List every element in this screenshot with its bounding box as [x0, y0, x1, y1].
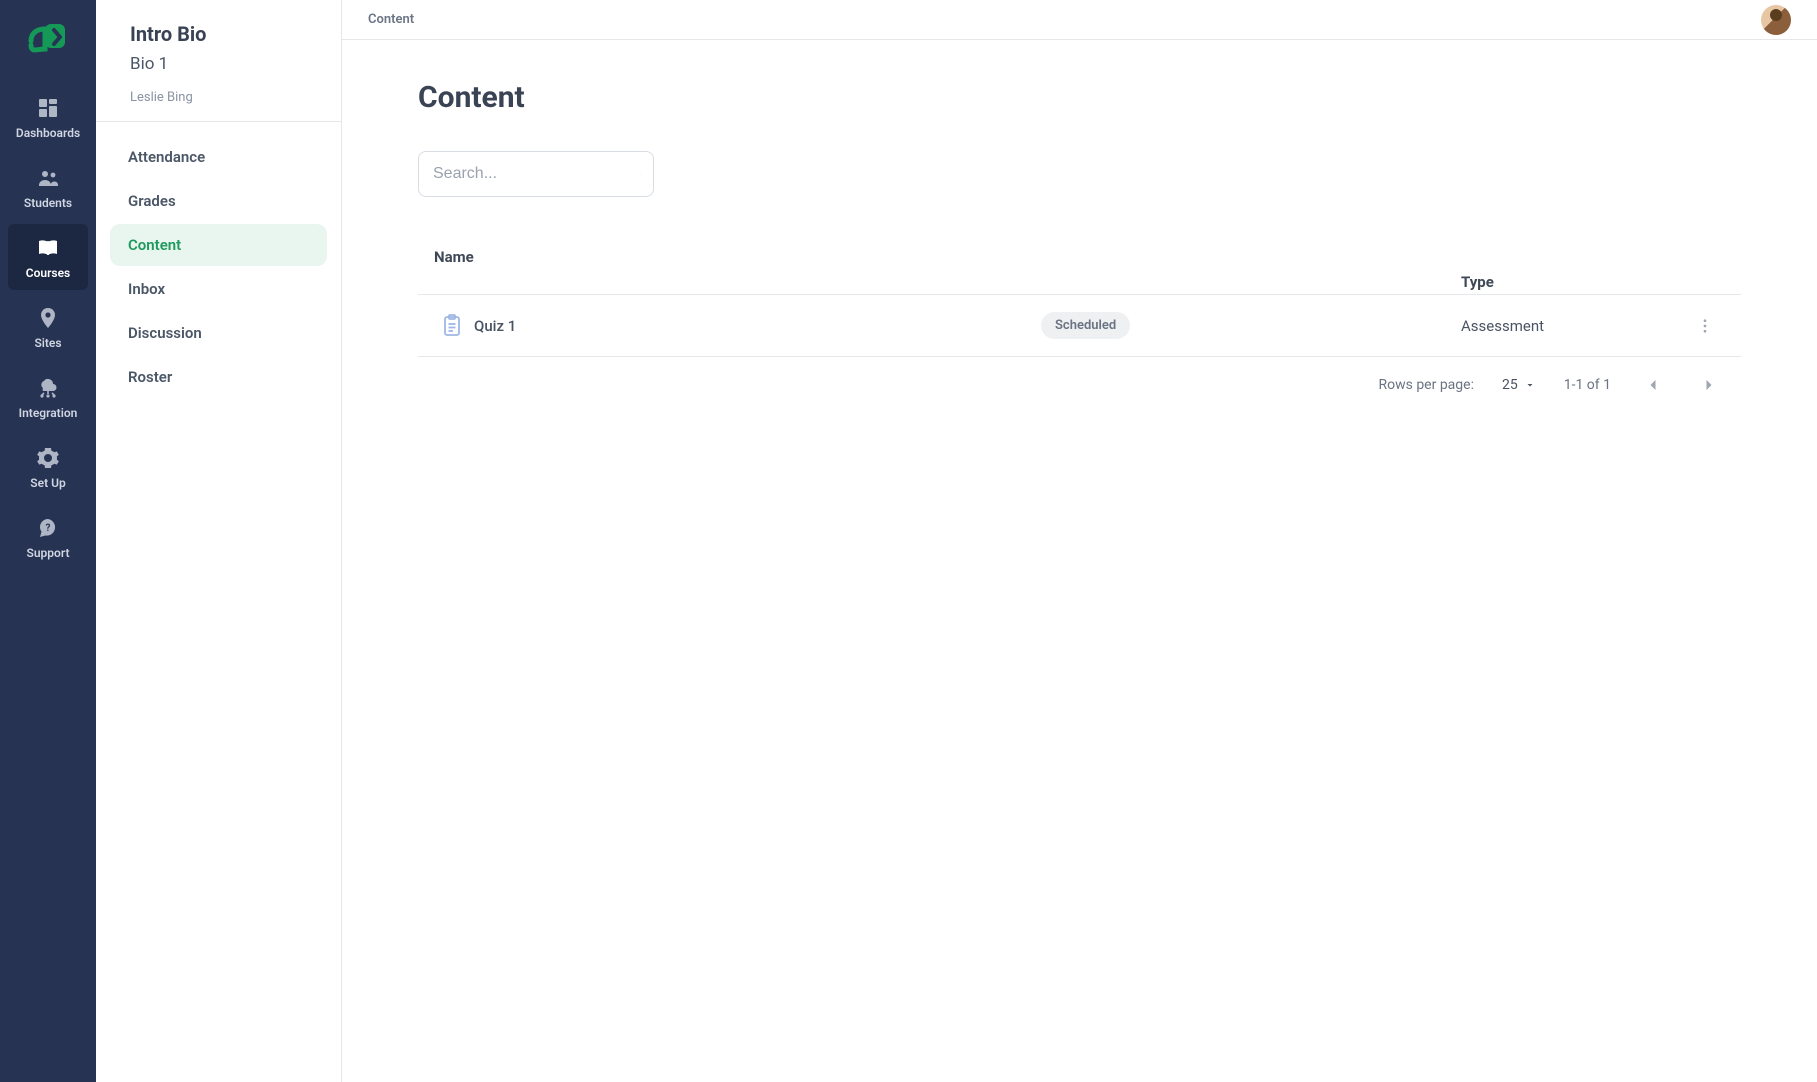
subnav-item-content[interactable]: Content: [110, 224, 327, 266]
course-subnav: Intro Bio Bio 1 Leslie Bing Attendance G…: [96, 0, 342, 1082]
table-row[interactable]: Quiz 1 Scheduled Assessment: [418, 295, 1741, 357]
pin-icon: [36, 306, 60, 330]
search-box[interactable]: [418, 151, 654, 197]
row-menu-button[interactable]: [1681, 317, 1729, 335]
subnav-item-inbox[interactable]: Inbox: [110, 268, 327, 310]
pagination-prev-button[interactable]: [1639, 371, 1667, 399]
nav-label: Integration: [19, 406, 78, 420]
people-icon: [36, 166, 60, 190]
app-logo[interactable]: [18, 10, 78, 70]
nav-label: Students: [24, 196, 72, 210]
subnav-item-grades[interactable]: Grades: [110, 180, 327, 222]
table-header: Name Type: [418, 245, 1741, 295]
subnav-item-roster[interactable]: Roster: [110, 356, 327, 398]
nav-label: Dashboards: [16, 126, 80, 140]
logo-icon: [25, 19, 71, 61]
svg-text:?: ?: [46, 523, 51, 534]
rows-per-page-value: 25: [1502, 377, 1518, 393]
nav-item-dashboards[interactable]: Dashboards: [8, 84, 88, 150]
row-name: Quiz 1: [474, 317, 1041, 335]
help-chat-icon: ?: [36, 516, 60, 540]
course-instructor: Leslie Bing: [130, 90, 313, 105]
avatar[interactable]: [1761, 5, 1791, 35]
nav-label: Set Up: [30, 476, 65, 490]
pagination-range: 1-1 of 1: [1564, 377, 1611, 393]
status-chip: Scheduled: [1041, 312, 1130, 339]
col-type[interactable]: Type: [1461, 273, 1681, 291]
nav-label: Courses: [26, 266, 70, 280]
rows-per-page-label: Rows per page:: [1378, 377, 1473, 393]
nav-label: Sites: [34, 336, 61, 350]
row-status: Scheduled: [1041, 312, 1261, 339]
search-input[interactable]: [433, 165, 640, 183]
subnav-list: Attendance Grades Content Inbox Discussi…: [96, 122, 341, 414]
cloud-network-icon: [36, 376, 60, 400]
nav-item-students[interactable]: Students: [8, 154, 88, 220]
doc-icon: [430, 314, 474, 338]
nav-item-integration[interactable]: Integration: [8, 364, 88, 430]
main-area: Content Content Name Type: [342, 0, 1817, 1082]
course-header: Intro Bio Bio 1 Leslie Bing: [96, 0, 341, 122]
topbar: Content: [342, 0, 1817, 40]
pagination-next-button[interactable]: [1695, 371, 1723, 399]
chevron-left-icon: [1643, 375, 1663, 395]
content-table: Name Type Quiz 1 Scheduled: [418, 245, 1741, 357]
course-title: Intro Bio: [130, 22, 313, 46]
row-type: Assessment: [1461, 317, 1681, 335]
gear-icon: [36, 446, 60, 470]
dashboard-icon: [36, 96, 60, 120]
book-icon: [36, 236, 60, 260]
search-icon: [640, 163, 641, 185]
nav-label: Support: [27, 546, 70, 560]
page-title: Content: [418, 80, 1741, 115]
more-vertical-icon: [1696, 317, 1714, 335]
col-name[interactable]: Name: [430, 248, 1041, 266]
nav-item-support[interactable]: ? Support: [8, 504, 88, 570]
pagination: Rows per page: 25 1-1 of 1: [418, 357, 1741, 399]
rows-per-page-select[interactable]: 25: [1502, 377, 1536, 393]
course-subtitle: Bio 1: [130, 54, 313, 74]
chevron-down-icon: [1524, 379, 1536, 391]
subnav-item-discussion[interactable]: Discussion: [110, 312, 327, 354]
content-body: Content Name Type: [342, 40, 1817, 439]
primary-nav: Dashboards Students Courses Sites Integr…: [0, 0, 96, 1082]
nav-item-sites[interactable]: Sites: [8, 294, 88, 360]
nav-item-setup[interactable]: Set Up: [8, 434, 88, 500]
chevron-right-icon: [1699, 375, 1719, 395]
subnav-item-attendance[interactable]: Attendance: [110, 136, 327, 178]
breadcrumb[interactable]: Content: [368, 12, 414, 27]
nav-item-courses[interactable]: Courses: [8, 224, 88, 290]
